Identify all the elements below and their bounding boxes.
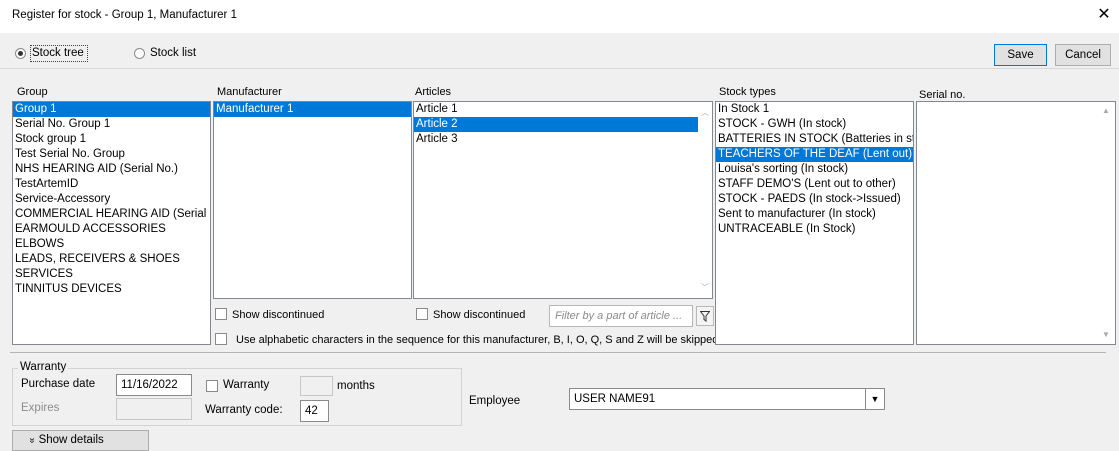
article-filter-input[interactable]: Filter by a part of article ... xyxy=(549,305,693,327)
list-item[interactable]: STOCK - PAEDS (In stock->Issued) xyxy=(716,192,913,207)
list-item[interactable]: Stock group 1 xyxy=(13,132,210,147)
warranty-code-label: Warranty code: xyxy=(205,404,283,416)
warranty-legend: Warranty xyxy=(18,361,69,373)
window-title: Register for stock - Group 1, Manufactur… xyxy=(12,9,237,21)
list-item[interactable]: Serial No. Group 1 xyxy=(13,117,210,132)
group-list[interactable]: Group 1 Serial No. Group 1 Stock group 1… xyxy=(12,101,211,345)
expires-label: Expires xyxy=(21,402,60,414)
stock-types-list[interactable]: In Stock 1 STOCK - GWH (In stock) BATTER… xyxy=(715,101,914,345)
manufacturer-list[interactable]: Manufacturer 1 xyxy=(213,101,412,299)
employee-select[interactable]: USER NAME91 xyxy=(569,388,866,410)
warranty-months-field xyxy=(300,376,333,396)
show-details-label: Show details xyxy=(38,434,104,446)
list-item[interactable]: Article 3 xyxy=(414,132,698,147)
list-item[interactable]: Sent to manufacturer (In stock) xyxy=(716,207,913,222)
double-chevron-down-icon: » xyxy=(26,437,38,444)
list-item[interactable]: TINNITUS DEVICES xyxy=(13,282,210,297)
list-item[interactable]: Louisa's sorting (In stock) xyxy=(716,162,913,177)
serial-no-column-label: Serial no. xyxy=(919,89,966,101)
articles-column-label: Articles xyxy=(415,86,452,98)
list-item[interactable]: EARMOULD ACCESSORIES xyxy=(13,222,210,237)
radio-stock-tree[interactable] xyxy=(15,48,26,59)
list-item[interactable]: STOCK - GWH (In stock) xyxy=(716,117,913,132)
expires-field xyxy=(116,398,192,420)
list-item[interactable]: Article 2 xyxy=(414,117,698,132)
radio-stock-tree-label[interactable]: Stock tree xyxy=(32,47,84,59)
list-item[interactable]: NHS HEARING AID (Serial No.) xyxy=(13,162,210,177)
list-item[interactable]: COMMERCIAL HEARING AID (Serial No.) xyxy=(13,207,210,222)
months-label: months xyxy=(337,380,375,392)
close-icon[interactable]: ✕ xyxy=(1096,6,1112,24)
scroll-up-icon[interactable]: ▲ xyxy=(1100,106,1112,115)
alphabetic-sequence-checkbox[interactable] xyxy=(215,333,227,345)
list-item[interactable]: Group 1 xyxy=(13,102,210,117)
list-item[interactable]: Article 1 xyxy=(414,102,698,117)
group-column-label: Group xyxy=(17,86,48,98)
show-details-button[interactable]: »Show details xyxy=(12,430,149,451)
list-item[interactable]: ELBOWS xyxy=(13,237,210,252)
warranty-checkbox-label[interactable]: Warranty xyxy=(223,379,269,391)
stock-types-column-label: Stock types xyxy=(719,86,776,98)
scroll-down-icon[interactable]: ▼ xyxy=(1100,330,1112,339)
list-item[interactable]: UNTRACEABLE (In Stock) xyxy=(716,222,913,237)
list-item[interactable]: In Stock 1 xyxy=(716,102,913,117)
warranty-code-field[interactable]: 42 xyxy=(300,400,329,422)
manufacturer-column-label: Manufacturer xyxy=(217,86,282,98)
list-item[interactable]: Test Serial No. Group xyxy=(13,147,210,162)
list-item[interactable]: SERVICES xyxy=(13,267,210,282)
alphabetic-sequence-label[interactable]: Use alphabetic characters in the sequenc… xyxy=(236,334,718,346)
employee-label: Employee xyxy=(469,395,521,407)
serial-no-list[interactable]: ▲ ▼ xyxy=(916,101,1116,345)
list-item[interactable]: Service-Accessory xyxy=(13,192,210,207)
radio-stock-list-label[interactable]: Stock list xyxy=(150,47,196,59)
show-discontinued-articles-label[interactable]: Show discontinued xyxy=(433,309,525,321)
list-item[interactable]: TEACHERS OF THE DEAF (Lent out) xyxy=(716,147,913,162)
save-button[interactable]: Save xyxy=(994,44,1047,66)
purchase-date-field[interactable]: 11/16/2022 xyxy=(116,374,192,396)
warranty-group xyxy=(12,368,462,426)
list-item[interactable]: TestArtemID xyxy=(13,177,210,192)
radio-stock-list[interactable] xyxy=(134,48,145,59)
cancel-button[interactable]: Cancel xyxy=(1055,44,1111,66)
list-item[interactable]: BATTERIES IN STOCK (Batteries in stock) xyxy=(716,132,913,147)
employee-select-value: USER NAME91 xyxy=(574,393,656,405)
show-discontinued-manufacturer-checkbox[interactable] xyxy=(215,308,227,320)
show-discontinued-articles-checkbox[interactable] xyxy=(416,308,428,320)
section-divider xyxy=(10,352,1106,353)
list-item[interactable]: STAFF DEMO'S (Lent out to other) xyxy=(716,177,913,192)
articles-list[interactable]: Article 1 Article 2 Article 3 ︿ ﹀ xyxy=(413,101,713,299)
purchase-date-label: Purchase date xyxy=(21,378,96,390)
scroll-up-icon[interactable]: ︿ xyxy=(699,107,711,118)
funnel-icon[interactable] xyxy=(696,306,714,326)
show-discontinued-manufacturer-label[interactable]: Show discontinued xyxy=(232,309,324,321)
warranty-checkbox[interactable] xyxy=(206,380,218,392)
list-item[interactable]: LEADS, RECEIVERS & SHOES xyxy=(13,252,210,267)
chevron-down-icon[interactable]: ▼ xyxy=(866,388,885,410)
list-item[interactable]: Manufacturer 1 xyxy=(214,102,411,117)
scroll-down-icon[interactable]: ﹀ xyxy=(699,282,711,293)
